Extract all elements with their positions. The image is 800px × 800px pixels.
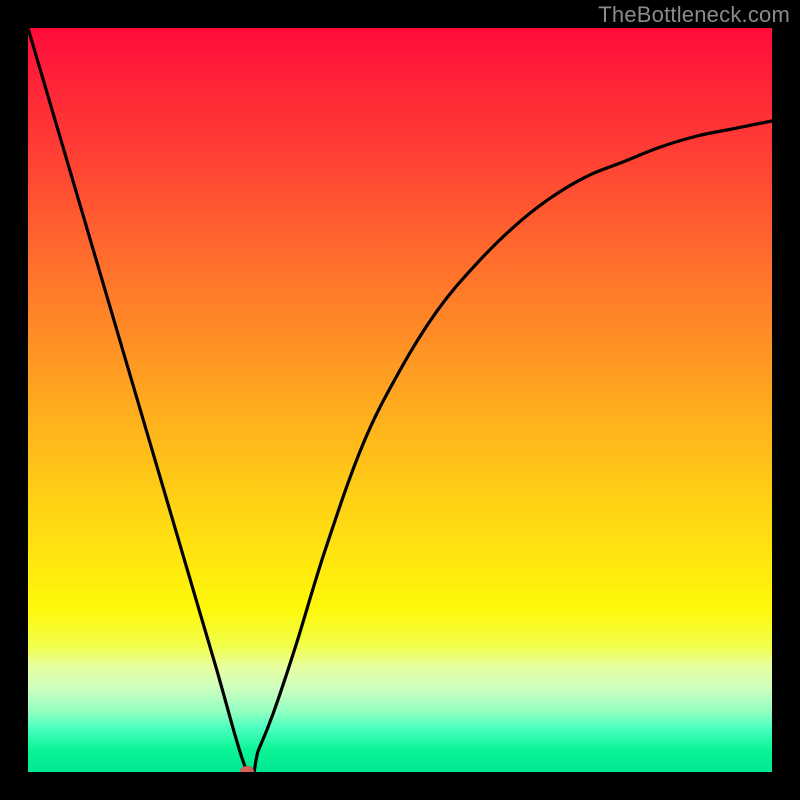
curve-svg	[28, 28, 772, 772]
bottleneck-curve	[28, 28, 772, 772]
plot-area	[28, 28, 772, 772]
minimum-marker	[240, 766, 254, 772]
watermark-text: TheBottleneck.com	[598, 2, 790, 28]
chart-frame: TheBottleneck.com	[0, 0, 800, 800]
